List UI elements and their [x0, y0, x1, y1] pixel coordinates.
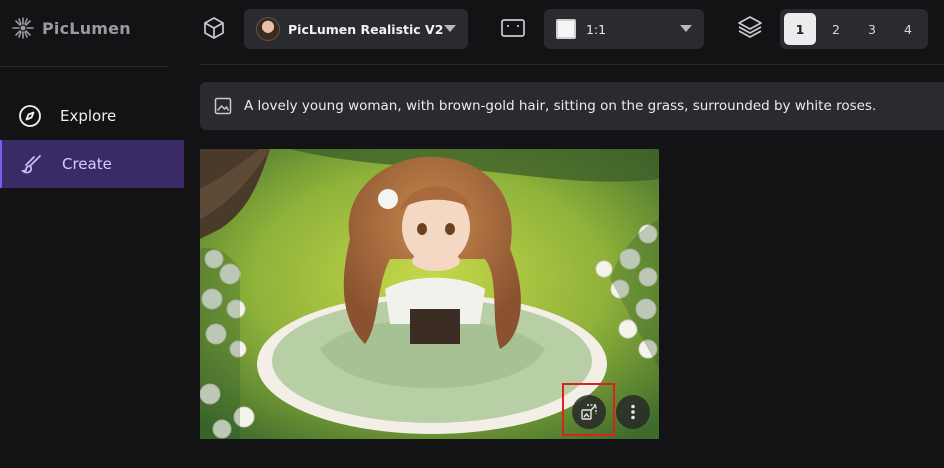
count-option-4[interactable]: 4: [892, 13, 924, 45]
aspect-ratio-select[interactable]: 1:1: [544, 9, 704, 49]
sidebar-item-label: Create: [62, 155, 112, 173]
square-ratio-icon: [556, 19, 576, 39]
sunburst-logo-icon: [12, 17, 34, 39]
sidebar-item-explore[interactable]: Explore: [0, 93, 184, 139]
generated-image[interactable]: [200, 149, 659, 439]
prompt-text: A lovely young woman, with brown-gold ha…: [244, 98, 877, 114]
brand[interactable]: PicLumen: [12, 16, 131, 40]
toolbar-divider: [200, 64, 944, 65]
upscale-button[interactable]: [572, 395, 606, 429]
model-label: PicLumen Realistic V2: [288, 21, 444, 37]
sidebar-divider: [0, 66, 168, 67]
count-option-2[interactable]: 2: [820, 13, 852, 45]
model-select[interactable]: PicLumen Realistic V2: [244, 9, 468, 49]
sidebar-item-create[interactable]: Create: [0, 140, 184, 188]
image-icon: [214, 97, 232, 115]
more-vertical-icon: [624, 403, 642, 421]
cube-icon[interactable]: [201, 15, 227, 41]
aspect-ratio-icon[interactable]: [500, 15, 526, 41]
chevron-down-icon: [680, 25, 692, 32]
layers-icon[interactable]: [737, 14, 763, 40]
image-count-selector: 1 2 3 4: [780, 9, 928, 49]
app-root: PicLumen Explore Create PicLumen Realist…: [0, 0, 944, 468]
sidebar-item-label: Explore: [60, 107, 117, 125]
brand-name: PicLumen: [42, 18, 131, 38]
prompt-bar[interactable]: A lovely young woman, with brown-gold ha…: [200, 82, 944, 130]
ratio-label: 1:1: [586, 21, 607, 37]
sidebar: PicLumen Explore Create: [0, 0, 184, 468]
compass-icon: [18, 104, 42, 128]
chevron-down-icon: [444, 25, 456, 32]
more-options-button[interactable]: [616, 395, 650, 429]
model-avatar: [256, 17, 280, 41]
upscale-icon: [580, 403, 598, 421]
brush-icon: [20, 152, 44, 176]
count-option-3[interactable]: 3: [856, 13, 888, 45]
count-option-1[interactable]: 1: [784, 13, 816, 45]
